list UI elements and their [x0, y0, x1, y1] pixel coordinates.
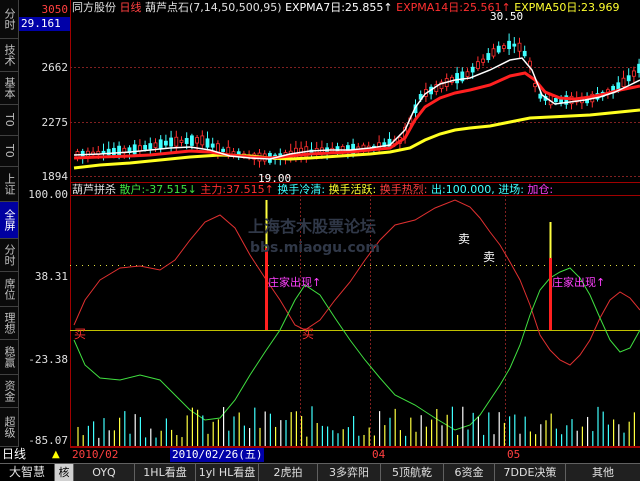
- watermark-title: 上海杏木股票论坛: [248, 217, 376, 236]
- tab-t0-b[interactable]: T0: [0, 136, 18, 167]
- indicator-name: 葫芦点石(7,14,50,500,95): [145, 1, 282, 14]
- candlesticks: [75, 33, 640, 168]
- tab-hupai[interactable]: 2虎拍: [259, 464, 318, 481]
- retail-line: [73, 267, 640, 431]
- stock-name: 同方股份: [72, 1, 116, 14]
- tab-chaoji[interactable]: 超级: [0, 408, 18, 447]
- expma50-value: 23.969: [581, 1, 620, 14]
- expma50-line: [73, 108, 640, 170]
- main-value: 37.515↑: [226, 183, 274, 196]
- expma7-value: 25.855↑: [344, 1, 393, 14]
- tab-1hl[interactable]: 1HL看盘: [135, 464, 196, 481]
- price-chart-header: 同方股份 日线 葫芦点石(7,14,50,500,95) EXPMA7日:25.…: [72, 1, 620, 14]
- tab-wenying[interactable]: 稳赢: [0, 340, 18, 375]
- add-label: 加仓:: [527, 183, 554, 196]
- osc-tick-minus23: -23.38: [28, 353, 68, 366]
- retail-label: 散户:: [119, 183, 146, 196]
- date-axis: [70, 447, 640, 463]
- osc-indicator-name: 葫芦拼杀: [72, 183, 116, 196]
- chart-area[interactable]: 30.50 19.00 庄家出现↑ 庄家出现↑ 卖 卖 买 买 上海杏木股票论坛…: [70, 0, 640, 447]
- tab-jishu[interactable]: 技术: [0, 39, 18, 72]
- tab-fenshi[interactable]: 分时: [0, 0, 18, 39]
- tab-dde[interactable]: 7DDE决策: [495, 464, 566, 481]
- tab-zijin[interactable]: 6资金: [444, 464, 495, 481]
- tab-qita[interactable]: 其他: [566, 464, 640, 481]
- expma7-label: EXPMA7日:: [285, 1, 345, 14]
- out-label: 出:: [431, 183, 446, 196]
- price-tick-2275: 2275: [41, 116, 69, 129]
- oscillator-header: 葫芦拼杀 散户:-37.515↓ 主力:37.515↑ 换手冷清: 换手活跃: …: [72, 183, 553, 196]
- tab-dinghangqian[interactable]: 5顶航乾: [381, 464, 444, 481]
- turnover-bars: [77, 406, 636, 446]
- sell-marker-2: 卖: [483, 250, 495, 264]
- in-label: 进场:: [498, 183, 524, 196]
- expma14-label: EXPMA14日:: [396, 1, 463, 14]
- price-axis-top: 3050: [41, 3, 69, 16]
- out-value: 100.000,: [445, 183, 495, 196]
- tab-t0-a[interactable]: T0: [0, 105, 18, 136]
- tab-lixiang[interactable]: 理想: [0, 307, 18, 340]
- osc-tick-minus85: -85.07: [28, 434, 68, 447]
- retail-value: -37.515↓: [145, 183, 197, 196]
- expma50-label: EXPMA50日:: [514, 1, 582, 14]
- buy-marker-2: 买: [302, 327, 314, 341]
- tab-he[interactable]: 核: [55, 464, 74, 481]
- watermark-url: bbs.miaogu.com: [250, 240, 380, 256]
- buy-marker-1: 买: [74, 327, 86, 341]
- price-tick-2662: 2662: [41, 61, 69, 74]
- tab-zijin[interactable]: 资金: [0, 375, 18, 408]
- tab-fenshi-2[interactable]: 分时: [0, 239, 18, 272]
- period-triangle-icon: ▲: [52, 449, 60, 460]
- period-indicator[interactable]: 日线 ▲: [0, 447, 70, 462]
- zhuangjia-label-1: 庄家出现↑: [268, 275, 321, 289]
- cursor-date: 2010/02/26(五): [170, 448, 265, 462]
- osc-tick-100: 100.00: [28, 188, 68, 201]
- hot-label: 换手热烈:: [379, 183, 428, 196]
- tab-shangzheng[interactable]: 上证: [0, 167, 18, 202]
- bottom-tab-bar: 大智慧 核 OYQ 1HL看盘 1yl HL看盘 2虎拍 3多弈阳 5顶航乾 6…: [0, 463, 640, 481]
- main-label: 主力:: [200, 183, 227, 196]
- date-start: 2010/02: [72, 448, 119, 461]
- zhuangjia-label-2: 庄家出现↑: [552, 275, 605, 289]
- tab-xiwei[interactable]: 席位: [0, 272, 18, 307]
- app-logo: 大智慧: [0, 464, 55, 481]
- left-toolbar: 分时 技术 基本 T0 T0 上证 全屏 分时 席位 理想 稳赢 资金 超级: [0, 0, 19, 447]
- month-04: 04: [372, 448, 386, 461]
- osc-tick-38: 38.31: [34, 270, 68, 283]
- tab-duoyiyang[interactable]: 3多弈阳: [318, 464, 381, 481]
- price-tick-1894: 1894: [41, 170, 69, 183]
- current-price-box: 29.161: [19, 17, 71, 31]
- period-label: 日线: [119, 1, 142, 14]
- period-label-bottom: 日线: [2, 447, 27, 461]
- sell-marker-1: 卖: [458, 232, 470, 246]
- calm-label: 换手冷清:: [277, 183, 326, 196]
- tab-oyq[interactable]: OYQ: [74, 464, 135, 481]
- tab-quanping[interactable]: 全屏: [0, 202, 18, 239]
- month-05: 05: [507, 448, 521, 461]
- tab-jiben[interactable]: 基本: [0, 72, 18, 105]
- expma14-value: 25.561↑: [462, 1, 511, 14]
- active-label: 换手活跃:: [328, 183, 377, 196]
- tab-1yl[interactable]: 1yl HL看盘: [196, 464, 259, 481]
